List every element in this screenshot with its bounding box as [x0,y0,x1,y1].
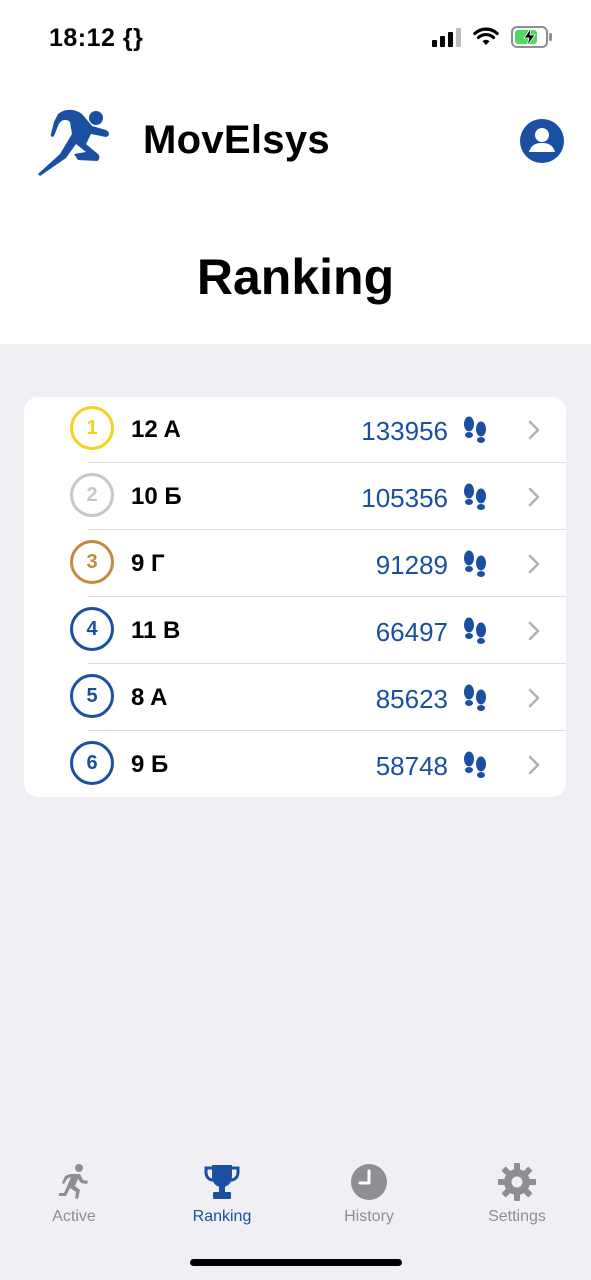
chevron-right-icon [528,755,540,775]
step-count: 91289 [375,550,448,580]
wifi-icon [473,27,499,45]
footprints-icon [464,617,486,644]
gear-icon [498,1163,536,1201]
status-bar: 18:12 {} [0,0,591,80]
footprints-icon [464,483,486,510]
row-divider [88,462,566,463]
chevron-right-icon [528,688,540,708]
team-name: 9 Б [131,751,169,778]
status-icons [431,26,553,48]
cellular-signal-icon [432,28,461,47]
step-count: 58748 [375,751,448,781]
chevron-right-icon [528,487,540,507]
team-name: 9 Г [131,550,165,577]
app-name: MovElsys [143,118,330,162]
person-circle-icon[interactable] [520,119,564,163]
ranking-row[interactable]: 2 10 Б 105356 [24,464,566,530]
step-count: 105356 [361,483,448,513]
trophy-icon [204,1165,240,1199]
footprints-icon [464,550,486,577]
rank-badge: 1 [70,406,114,450]
chevron-right-icon [528,420,540,440]
row-divider [88,596,566,597]
tab-label: Active [52,1208,96,1225]
tab-active[interactable]: Active [4,1150,144,1226]
footprints-icon [464,416,486,443]
runner-icon [59,1164,88,1199]
rank-badge: 5 [70,674,114,718]
tab-label: History [344,1208,394,1225]
footprints-icon [464,684,486,711]
page-title: Ranking [196,249,395,305]
team-name: 8 A [131,684,168,711]
team-name: 10 Б [131,483,182,510]
row-divider [88,730,566,731]
footprints-icon [464,751,486,778]
clock-icon [351,1164,387,1200]
chevron-right-icon [528,554,540,574]
runner-logo-icon [38,109,109,176]
row-divider [88,529,566,530]
ranking-row[interactable]: 6 9 Б 58748 [24,732,566,797]
battery-charging-icon [511,26,552,48]
step-count: 85623 [375,684,448,714]
header-area: 18:12 {} MovElsys Ranking [0,0,591,344]
rank-badge: 2 [70,473,114,517]
tab-label: Ranking [192,1208,252,1225]
rank-badge: 4 [70,607,114,651]
tab-settings[interactable]: Settings [447,1150,587,1226]
team-name: 11 В [131,617,181,644]
rank-badge: 3 [70,540,114,584]
chevron-right-icon [528,621,540,641]
ranking-row[interactable]: 5 8 A 85623 [24,665,566,731]
team-name: 12 A [131,416,181,443]
ranking-row[interactable]: 1 12 A 133956 [24,397,566,463]
row-divider [88,663,566,664]
ranking-row[interactable]: 4 11 В 66497 [24,598,566,664]
step-count: 133956 [361,416,448,446]
tab-label: Settings [488,1208,546,1225]
status-time: 18:12 {} [49,24,144,52]
home-indicator [190,1259,402,1266]
tab-ranking[interactable]: Ranking [152,1150,292,1226]
step-count: 66497 [375,617,448,647]
ranking-row[interactable]: 3 9 Г 91289 [24,531,566,597]
tab-history[interactable]: History [299,1150,439,1226]
ranking-list: 1 12 A 133956 2 10 Б 105356 3 9 Г 91289 … [24,397,566,797]
rank-badge: 6 [70,741,114,785]
